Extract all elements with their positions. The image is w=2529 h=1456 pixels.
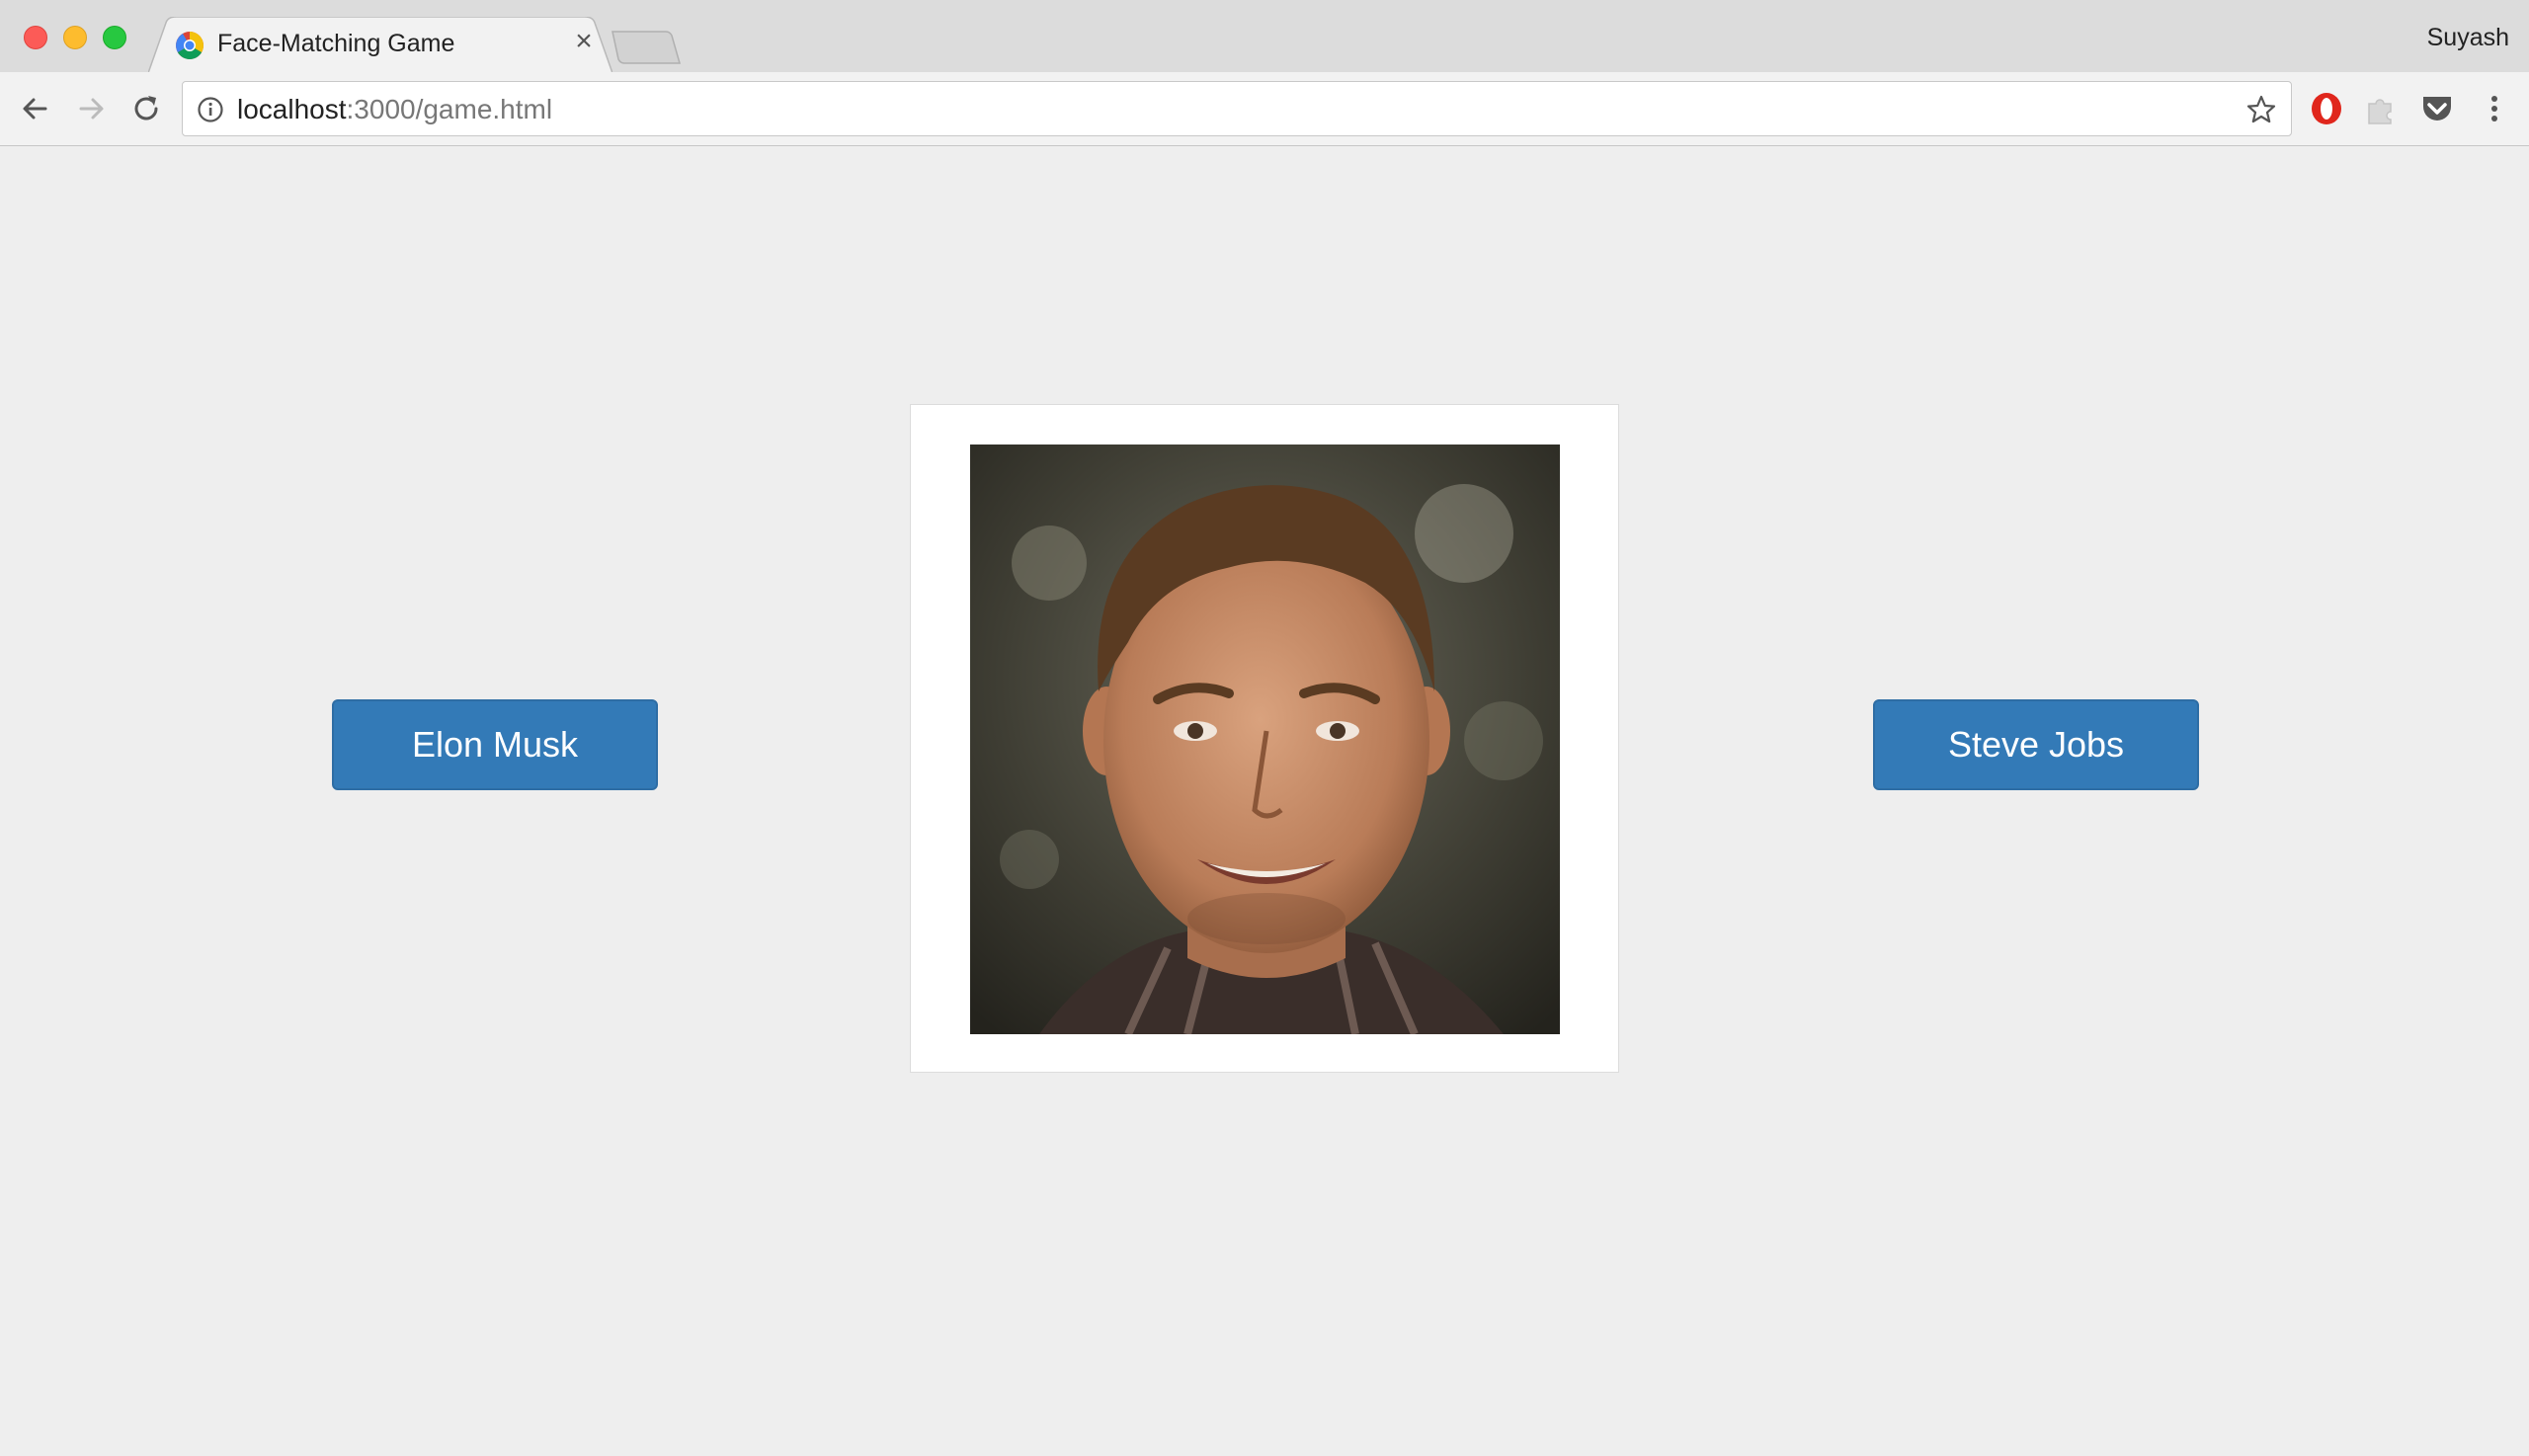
new-tab-button[interactable] (611, 30, 682, 65)
window-close-button[interactable] (24, 26, 47, 49)
browser-toolbar: localhost:3000/game.html (0, 72, 2529, 146)
profile-name[interactable]: Suyash (2427, 24, 2509, 52)
window-minimize-button[interactable] (63, 26, 87, 49)
tab-strip: Face-Matching Game × Suyash (0, 0, 2529, 73)
tab-title: Face-Matching Game (217, 30, 455, 57)
forward-icon[interactable] (71, 89, 111, 128)
tab-close-icon[interactable]: × (567, 25, 601, 58)
address-bar[interactable]: localhost:3000/game.html (182, 81, 2292, 136)
choice-button-elon-musk[interactable]: Elon Musk (332, 699, 658, 790)
page-content: Elon Musk Steve Jobs (0, 146, 2529, 1456)
reload-icon[interactable] (126, 89, 166, 128)
tab-face-matching-game[interactable]: Face-Matching Game × (148, 17, 612, 73)
url-host: localhost (237, 94, 347, 124)
face-photo-card (910, 404, 1619, 1073)
opera-extension-icon[interactable] (2308, 90, 2345, 127)
face-photo (970, 445, 1560, 1034)
puzzle-extension-icon[interactable] (2363, 90, 2401, 127)
star-icon[interactable] (2245, 94, 2277, 125)
back-icon[interactable] (16, 89, 55, 128)
pocket-extension-icon[interactable] (2418, 90, 2456, 127)
url-path: :3000/game.html (346, 94, 553, 124)
window-maximize-button[interactable] (103, 26, 126, 49)
choice-button-steve-jobs[interactable]: Steve Jobs (1873, 699, 2199, 790)
face-portrait-image (970, 445, 1560, 1034)
chrome-favicon-icon (176, 32, 204, 59)
url-text: localhost:3000/game.html (237, 94, 552, 125)
info-icon[interactable] (197, 96, 224, 123)
menu-icon[interactable] (2476, 90, 2513, 127)
